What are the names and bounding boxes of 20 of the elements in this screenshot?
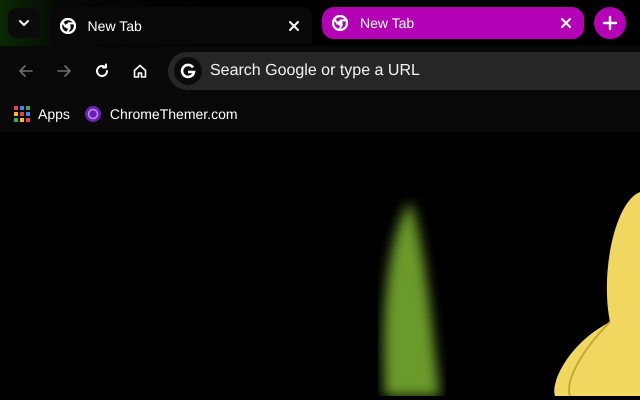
right-arrow-icon xyxy=(56,63,72,79)
swirl-logo-icon xyxy=(84,105,102,123)
apps-shortcut[interactable]: Apps xyxy=(14,106,70,122)
plus-icon xyxy=(602,15,618,31)
browser-logo-icon xyxy=(332,15,348,31)
browser-logo-icon xyxy=(60,18,76,34)
tab-title: New Tab xyxy=(360,15,416,31)
left-arrow-icon xyxy=(18,63,34,79)
tab-search-button[interactable] xyxy=(8,8,40,38)
bookmark-link[interactable]: ChromeThemer.com xyxy=(84,105,238,123)
address-bar[interactable]: Search Google or type a URL xyxy=(168,52,640,90)
home-icon xyxy=(132,63,148,79)
close-icon xyxy=(286,18,302,34)
tab-title: New Tab xyxy=(88,18,143,34)
close-tab-button[interactable] xyxy=(286,18,302,34)
reload-icon xyxy=(94,63,110,79)
browser-tab[interactable]: New Tab xyxy=(50,7,312,45)
browser-tab[interactable]: New Tab xyxy=(322,7,584,39)
apps-grid-icon xyxy=(14,106,30,122)
new-tab-button[interactable] xyxy=(594,7,626,39)
